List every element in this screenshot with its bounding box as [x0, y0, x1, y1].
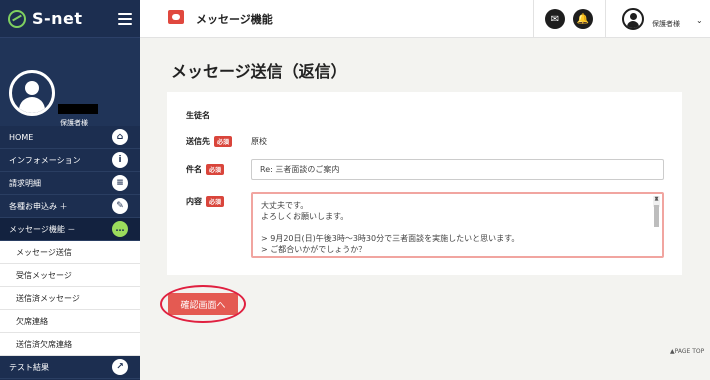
content-line: よろしくお願いします。 [261, 212, 349, 221]
header-divider [605, 0, 606, 38]
content-line: > 9月20日(日)午後3時～3時30分で三者面談を実施したいと思います。 [261, 234, 520, 243]
edit-icon: ✎ [112, 198, 128, 214]
document-icon: ≡ [112, 175, 128, 191]
user-avatar-icon[interactable] [622, 8, 644, 30]
content-line: > ご都合いかがでしょうか？ [261, 245, 367, 254]
content-line: 大丈夫です。 [261, 201, 309, 210]
sidebar-item-label: 各種お申込み ＋ [9, 201, 68, 211]
chat-icon: … [112, 221, 128, 237]
message-icon [168, 10, 184, 24]
submenu-absence[interactable]: 欠席連絡 [0, 310, 140, 333]
sidebar-item-label: インフォメーション [9, 155, 81, 165]
header-divider [533, 0, 534, 38]
scroll-down-icon[interactable]: ▼ [653, 196, 660, 207]
required-badge: 必須 [214, 136, 233, 147]
profile-panel: 保護者様 [0, 38, 140, 127]
home-icon: ⌂ [112, 129, 128, 145]
redacted-name [58, 104, 98, 114]
chevron-down-icon[interactable]: ⌄ [696, 16, 703, 25]
sidebar-item-test-results[interactable]: テスト結果 ↗ [0, 356, 140, 379]
sidebar: S-net 保護者様 HOME ⌂ インフォメーション i 請求明細 ≡ 各種お… [0, 0, 140, 380]
info-icon: i [112, 152, 128, 168]
content-textarea[interactable]: 大丈夫です。 よろしくお願いします。 > 9月20日(日)午後3時～3時30分で… [251, 192, 664, 258]
header-title: メッセージ機能 [196, 13, 273, 26]
scrollbar-thumb[interactable] [654, 205, 659, 227]
submenu-sent-absence[interactable]: 送信済欠席連絡 [0, 333, 140, 356]
subject-input[interactable]: Re: 三者面談のご案内 [251, 159, 664, 180]
required-badge: 必須 [206, 164, 225, 175]
sidebar-item-billing[interactable]: 請求明細 ≡ [0, 172, 140, 195]
confirm-button[interactable]: 確認画面へ [168, 293, 238, 315]
content-line [261, 222, 654, 233]
sidebar-item-label: テスト結果 [9, 362, 49, 372]
messages-submenu: メッセージ送信 受信メッセージ 送信済メッセージ 欠席連絡 送信済欠席連絡 [0, 241, 140, 356]
app-logo[interactable]: S-net [32, 9, 118, 28]
mail-icon[interactable]: ✉ [545, 9, 565, 29]
top-header: メッセージ機能 ✉ 🔔 保護者様 ⌄ [140, 0, 710, 38]
sidebar-item-label: 請求明細 [9, 178, 41, 188]
recipient-value: 原校 [251, 137, 267, 146]
submenu-send-message[interactable]: メッセージ送信 [0, 241, 140, 264]
sidebar-item-label: メッセージ機能 － [9, 224, 76, 234]
bell-icon[interactable]: 🔔 [573, 9, 593, 29]
menu-icon[interactable] [118, 12, 132, 25]
chart-icon: ↗ [112, 359, 128, 375]
avatar [9, 70, 55, 116]
sidebar-nav: HOME ⌂ インフォメーション i 請求明細 ≡ 各種お申込み ＋ ✎ メッセ… [0, 126, 140, 379]
subject-label: 件名 必須 [186, 164, 225, 175]
page-title: メッセージ送信（返信） [171, 62, 347, 81]
submenu-sent[interactable]: 送信済メッセージ [0, 287, 140, 310]
required-badge: 必須 [206, 196, 225, 207]
message-form: 生徒名 送信先 必須 原校 件名 必須 Re: 三者面談のご案内 内容 必須 大… [167, 92, 682, 275]
logo-icon [8, 9, 26, 28]
header-user-name[interactable]: 保護者様 [652, 19, 680, 29]
student-label: 生徒名 [186, 111, 210, 120]
sidebar-item-messages[interactable]: メッセージ機能 － … [0, 218, 140, 241]
content-label: 内容 必須 [186, 196, 225, 207]
sidebar-item-label: HOME [9, 132, 34, 142]
sidebar-item-information[interactable]: インフォメーション i [0, 149, 140, 172]
logo-bar: S-net [0, 0, 140, 38]
page-top-link[interactable]: ▲PAGE TOP [670, 348, 704, 355]
sidebar-item-applications[interactable]: 各種お申込み ＋ ✎ [0, 195, 140, 218]
subject-value: Re: 三者面談のご案内 [260, 165, 340, 174]
recipient-label: 送信先 必須 [186, 136, 233, 147]
textarea-scrollbar[interactable]: ▲ ▼ [653, 196, 660, 227]
sidebar-item-home[interactable]: HOME ⌂ [0, 126, 140, 149]
submenu-inbox[interactable]: 受信メッセージ [0, 264, 140, 287]
